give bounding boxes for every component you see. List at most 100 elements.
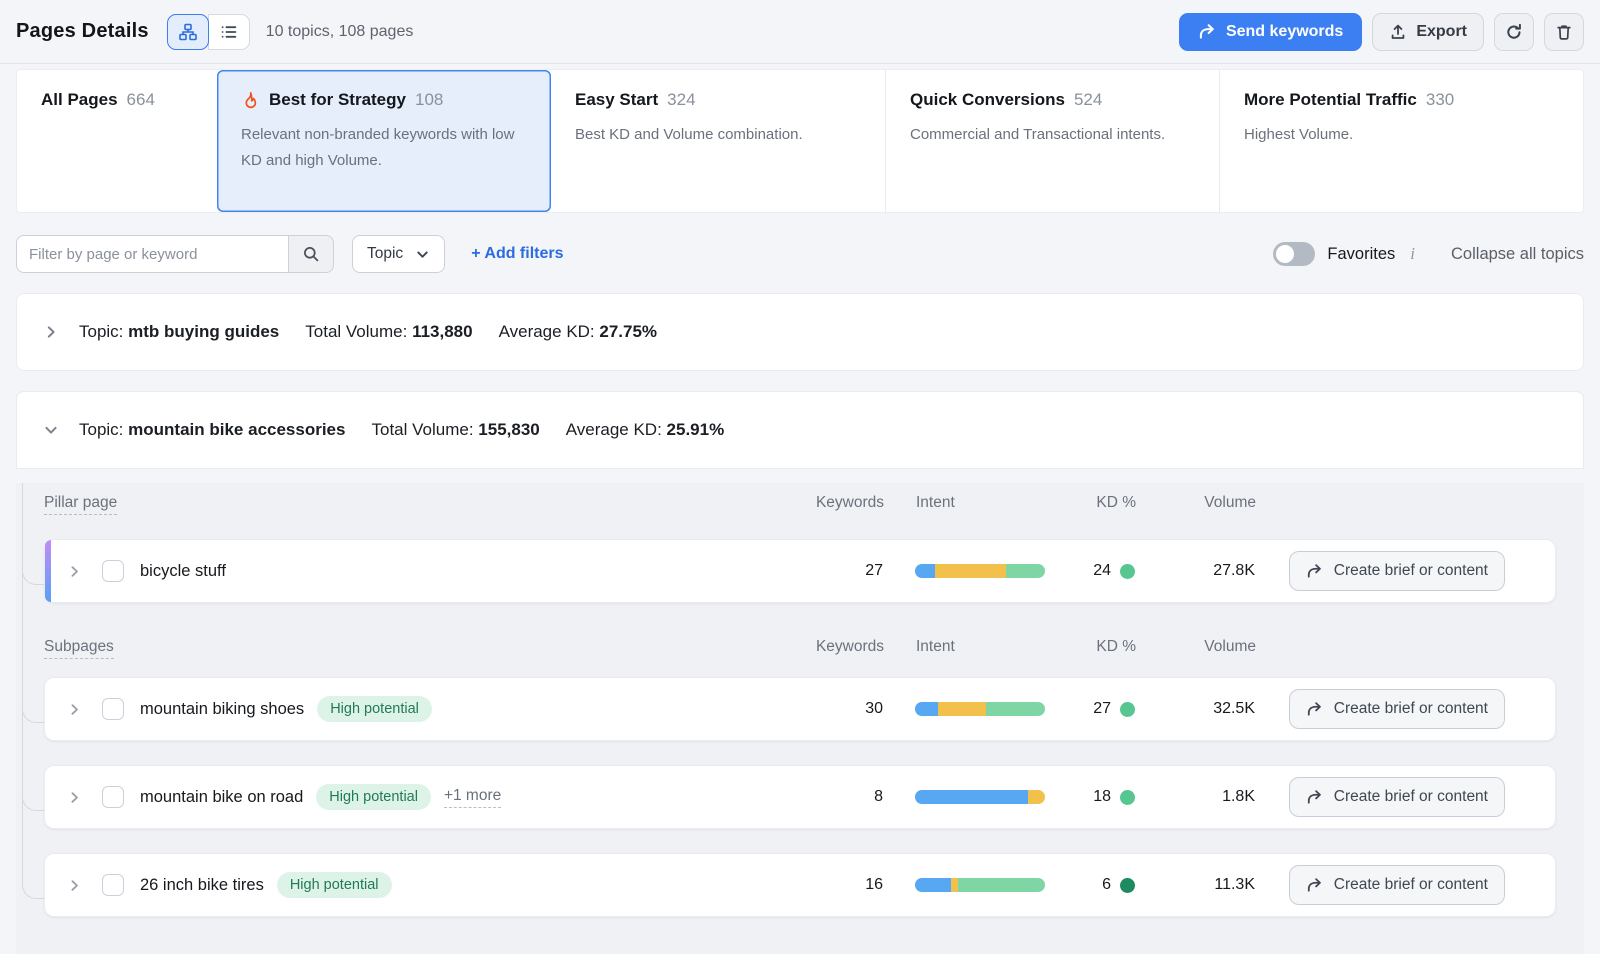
high-potential-badge: High potential: [317, 696, 432, 722]
column-kd: KD %: [1044, 638, 1136, 656]
intent-bar: [915, 564, 1045, 578]
topic-filter-dropdown[interactable]: Topic: [352, 235, 445, 273]
filter-search: [16, 235, 334, 273]
tab-all-pages[interactable]: All Pages 664: [17, 70, 217, 212]
intent-bar: [915, 790, 1045, 804]
redirect-arrow-icon: [1306, 877, 1324, 893]
high-potential-badge: High potential: [277, 872, 392, 898]
send-keywords-button[interactable]: Send keywords: [1179, 13, 1362, 51]
expand-row-icon[interactable]: [67, 564, 82, 579]
volume-value: 27.8K: [1135, 562, 1255, 580]
topic-total-volume: 113,880: [412, 322, 473, 341]
kd-dot: [1120, 702, 1135, 717]
tab-best-for-strategy[interactable]: Best for Strategy 108 Relevant non-brand…: [217, 70, 551, 212]
volume-value: 1.8K: [1135, 788, 1255, 806]
column-intent: Intent: [884, 494, 1044, 512]
search-button[interactable]: [288, 235, 334, 273]
topic-body: Pillar page Keywords Intent KD % Volume …: [16, 483, 1584, 954]
redirect-arrow-icon: [1306, 563, 1324, 579]
kd-dot: [1120, 878, 1135, 893]
topic-total-volume: 155,830: [478, 420, 539, 439]
strategy-tabs: All Pages 664 Best for Strategy 108 Rele…: [16, 69, 1584, 213]
chevron-down-icon: [415, 247, 430, 262]
chevron-down-icon[interactable]: [43, 422, 59, 438]
export-button[interactable]: Export: [1372, 13, 1484, 51]
topbar: Pages Details 10 topics, 108 pages Send …: [0, 0, 1600, 64]
create-brief-button[interactable]: Create brief or content: [1289, 865, 1505, 905]
tree-branch: [22, 785, 45, 811]
keywords-count: 27: [793, 562, 883, 580]
filter-bar-right: Favorites i Collapse all topics: [1273, 242, 1584, 266]
expand-row-icon[interactable]: [67, 878, 82, 893]
expand-row-icon[interactable]: [67, 790, 82, 805]
subpage-row-mountain-biking-shoes[interactable]: mountain biking shoes High potential 30 …: [44, 677, 1556, 741]
filter-bar: Topic + Add filters Favorites i Collapse…: [16, 235, 1584, 273]
page-name: 26 inch bike tires: [140, 876, 264, 895]
column-keywords: Keywords: [794, 494, 884, 512]
send-arrow-icon: [1198, 23, 1217, 40]
list-icon: [220, 23, 238, 41]
tab-easy-start[interactable]: Easy Start 324 Best KD and Volume combin…: [551, 70, 885, 212]
topic-name: mtb buying guides: [128, 322, 279, 341]
subpage-row-mountain-bike-on-road[interactable]: mountain bike on road High potential +1 …: [44, 765, 1556, 829]
page-name: bicycle stuff: [140, 562, 226, 581]
topic-average-kd: 25.91%: [667, 420, 725, 439]
flame-icon: [241, 91, 260, 110]
create-brief-button[interactable]: Create brief or content: [1289, 777, 1505, 817]
redirect-arrow-icon: [1306, 789, 1324, 805]
pillar-row-bicycle-stuff[interactable]: bicycle stuff 27 24 27.8K Create brief o…: [44, 539, 1556, 603]
row-checkbox[interactable]: [102, 560, 124, 582]
collapse-all-topics-link[interactable]: Collapse all topics: [1451, 245, 1584, 264]
keywords-count: 16: [793, 876, 883, 894]
list-view-toggle-button[interactable]: [208, 14, 250, 50]
info-icon[interactable]: i: [1408, 244, 1417, 264]
topic-row-mtb-buying-guides[interactable]: Topic: mtb buying guides Total Volume: 1…: [16, 293, 1584, 371]
kd-dot: [1120, 790, 1135, 805]
search-input[interactable]: [16, 235, 288, 273]
topic-average-kd: 27.75%: [599, 322, 657, 341]
more-badges-link[interactable]: +1 more: [444, 787, 501, 808]
page-title: Pages Details: [16, 20, 149, 43]
refresh-icon: [1505, 23, 1523, 41]
tree-branch: [22, 873, 45, 899]
tree-connector-line: [22, 483, 23, 873]
create-brief-button[interactable]: Create brief or content: [1289, 689, 1505, 729]
topic-section-mountain-bike-accessories: Topic: mountain bike accessories Total V…: [16, 391, 1584, 954]
kd-value: 27: [1093, 700, 1111, 718]
kd-value: 24: [1093, 562, 1111, 580]
search-icon: [302, 245, 320, 263]
tab-more-potential-traffic[interactable]: More Potential Traffic 330 Highest Volum…: [1219, 70, 1583, 212]
tab-quick-conversions[interactable]: Quick Conversions 524 Commercial and Tra…: [885, 70, 1219, 212]
topic-name: mountain bike accessories: [128, 420, 345, 439]
high-potential-badge: High potential: [316, 784, 431, 810]
add-filters-link[interactable]: + Add filters: [471, 245, 563, 263]
delete-button[interactable]: [1544, 13, 1584, 51]
tree-view-toggle-button[interactable]: [167, 14, 209, 50]
refresh-button[interactable]: [1494, 13, 1534, 51]
pillar-table-header: Pillar page Keywords Intent KD % Volume: [44, 483, 1556, 523]
column-volume: Volume: [1136, 494, 1256, 512]
page-name: mountain biking shoes: [140, 700, 304, 719]
expand-row-icon[interactable]: [67, 702, 82, 717]
export-icon: [1389, 23, 1407, 41]
row-checkbox[interactable]: [102, 874, 124, 896]
create-brief-button[interactable]: Create brief or content: [1289, 551, 1505, 591]
topic-row-mountain-bike-accessories[interactable]: Topic: mountain bike accessories Total V…: [16, 391, 1584, 469]
subpage-row-26-inch-bike-tires[interactable]: 26 inch bike tires High potential 16 6 1…: [44, 853, 1556, 917]
trash-icon: [1555, 23, 1573, 41]
intent-bar: [915, 702, 1045, 716]
volume-value: 11.3K: [1135, 876, 1255, 894]
favorites-toggle[interactable]: [1273, 242, 1315, 266]
column-keywords: Keywords: [794, 638, 884, 656]
row-checkbox[interactable]: [102, 698, 124, 720]
kd-value: 6: [1102, 876, 1111, 894]
chevron-right-icon[interactable]: [43, 324, 59, 340]
favorites-label: Favorites: [1327, 245, 1395, 264]
pages-details-app: Pages Details 10 topics, 108 pages Send …: [0, 0, 1600, 954]
redirect-arrow-icon: [1306, 701, 1324, 717]
page-name: mountain bike on road: [140, 788, 303, 807]
subpages-table-header: Subpages Keywords Intent KD % Volume: [44, 627, 1556, 667]
pillar-page-label: Pillar page: [44, 494, 117, 515]
row-checkbox[interactable]: [102, 786, 124, 808]
keywords-count: 30: [793, 700, 883, 718]
